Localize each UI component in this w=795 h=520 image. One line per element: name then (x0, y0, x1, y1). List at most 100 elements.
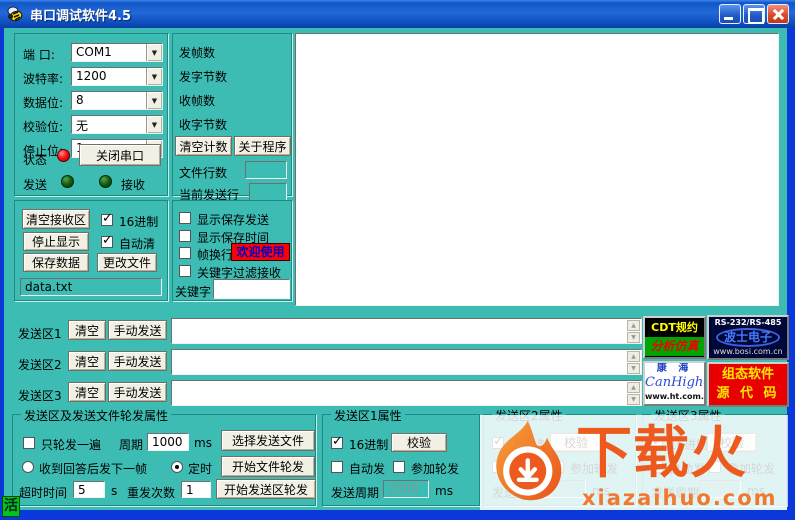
save-filename-input[interactable]: data.txt (20, 278, 162, 296)
timeout-unit-label: s (111, 484, 118, 498)
autoclear-checkbox[interactable]: ✓ (101, 233, 113, 248)
timer-mode-label: 定时 (188, 462, 213, 476)
clear-receive-button[interactable]: 清空接收区 (22, 209, 90, 229)
ad-canhigher-line1: 康 海 (656, 363, 693, 374)
send2-clear-button[interactable]: 清空 (68, 351, 106, 371)
databits-select[interactable]: 8 ▼ (71, 91, 163, 110)
hex-display-checkbox[interactable]: ✓ (101, 211, 113, 226)
ad-bosi-line3: www.bosi.com.cn (713, 347, 783, 356)
ad-cdt-banner[interactable]: CDT规约 分析仿真 (643, 316, 706, 359)
ad-scada-banner[interactable]: 组态软件 源 代 码 (707, 362, 789, 407)
send1-clear-button[interactable]: 清空 (68, 320, 106, 340)
parity-select[interactable]: 无 ▼ (71, 115, 163, 134)
receive-area[interactable] (295, 33, 779, 306)
send2-input[interactable]: ▲ ▼ (171, 349, 642, 375)
file-lines-label: 文件行数 (179, 166, 228, 180)
period-label: 周期 (119, 438, 144, 452)
autoclear-label: 自动清 (119, 237, 156, 251)
maximize-button[interactable] (743, 4, 765, 24)
stop-display-button[interactable]: 停止显示 (23, 232, 89, 251)
watermark-site-text: xiazaihuo.com (582, 486, 778, 510)
xiazaihuo-flame-logo (496, 420, 562, 501)
chevron-down-icon[interactable]: ▼ (146, 68, 162, 85)
send2-label: 发送区2 (18, 358, 62, 372)
close-button[interactable] (767, 4, 789, 24)
status-led (57, 149, 70, 162)
ad-cdt-line2: 分析仿真 (645, 337, 704, 356)
poll-once-checkbox[interactable] (23, 437, 35, 449)
scroll-down-icon[interactable]: ▼ (627, 363, 640, 374)
chevron-down-icon[interactable]: ▼ (146, 116, 162, 133)
scroll-up-icon[interactable]: ▲ (627, 351, 640, 362)
about-button[interactable]: 关于程序 (234, 136, 291, 156)
ad-bosi-line1: RS-232/RS-485 (714, 318, 782, 327)
poll-once-label: 只轮发一遍 (41, 438, 102, 452)
change-file-button[interactable]: 更改文件 (97, 253, 157, 272)
scroll-down-icon[interactable]: ▼ (627, 332, 640, 343)
keyword-filter-checkbox[interactable] (179, 265, 191, 277)
send1-input[interactable]: ▲ ▼ (171, 318, 642, 344)
save-send-checkbox[interactable] (179, 212, 191, 224)
send1-scrollbar[interactable]: ▲ ▼ (627, 320, 640, 344)
save-time-checkbox[interactable] (179, 230, 191, 242)
reply-mode-radio[interactable] (22, 461, 34, 473)
ad-canhigher-banner[interactable]: 康 海 CanHigher www.ht.com.cn (643, 361, 706, 406)
retry-input[interactable]: 1 (181, 481, 211, 498)
keyword-label: 关键字 (175, 285, 212, 299)
scroll-up-icon[interactable]: ▲ (627, 382, 640, 393)
send2-scrollbar[interactable]: ▲ ▼ (627, 351, 640, 375)
select-send-file-button[interactable]: 选择发送文件 (221, 430, 315, 451)
port-settings-panel: 端 口: COM1 ▼ 波特率: 1200 ▼ 数据位: 8 ▼ 校验位: 无 … (14, 33, 168, 196)
chevron-down-icon[interactable]: ▼ (146, 44, 162, 61)
send1-manual-button[interactable]: 手动发送 (108, 320, 167, 340)
port-label: 端 口: (23, 48, 55, 62)
clear-counters-button[interactable]: 清空计数 (175, 136, 232, 156)
send1-autosend-checkbox[interactable] (331, 461, 343, 473)
watermark-brand-text: 下载火 (576, 421, 747, 486)
send1-joinpoll-checkbox[interactable] (393, 461, 405, 473)
status-label: 状态 (23, 153, 48, 167)
send1-period-input[interactable]: 1000 (383, 480, 429, 498)
chevron-down-icon[interactable]: ▼ (146, 92, 162, 109)
timeout-input[interactable]: 5 (73, 481, 105, 498)
send3-manual-button[interactable]: 手动发送 (108, 382, 167, 402)
send1-verify-button[interactable]: 校验 (391, 433, 447, 452)
parity-label: 校验位: (23, 120, 64, 134)
send1-period-unit: ms (435, 484, 453, 498)
scroll-down-icon[interactable]: ▼ (627, 394, 640, 405)
receive-led (99, 175, 112, 188)
period-unit-label: ms (194, 436, 212, 450)
period-input[interactable]: 1000 (147, 433, 189, 451)
send1-hex-checkbox[interactable]: ✓ (331, 434, 343, 449)
keyword-input[interactable] (213, 279, 290, 299)
timer-mode-radio[interactable] (171, 461, 183, 473)
send3-scrollbar[interactable]: ▲ ▼ (627, 382, 640, 406)
send1-properties-group: 发送区1属性 ✓ 16进制 校验 自动发 参加轮发 发送周期 1000 ms (322, 407, 480, 506)
file-lines-value (245, 161, 287, 179)
close-port-button[interactable]: 关闭串口 (79, 144, 161, 166)
send1-label: 发送区1 (18, 327, 62, 341)
start-file-poll-button[interactable]: 开始文件轮发 (221, 456, 315, 477)
minimize-button[interactable] (719, 4, 741, 24)
ad-bosi-banner[interactable]: RS-232/RS-485 波士电子 www.bosi.com.cn (707, 315, 789, 360)
send3-label: 发送区3 (18, 389, 62, 403)
save-send-label: 显示保存发送 (197, 213, 270, 227)
send3-clear-button[interactable]: 清空 (68, 382, 106, 402)
start-area-poll-button[interactable]: 开始发送区轮发 (216, 479, 316, 499)
frame-wrap-label: 帧换行 (197, 248, 234, 262)
ad-canhigher-line2: CanHigher (645, 375, 704, 390)
ad-canhigher-line3: www.ht.com.cn (645, 392, 704, 401)
ime-indicator[interactable]: 活 (2, 496, 20, 517)
frame-wrap-checkbox[interactable] (179, 247, 191, 259)
baud-select[interactable]: 1200 ▼ (71, 67, 163, 86)
receive-controls-panel: 清空接收区 ✓ 16进制 停止显示 ✓ 自动清 保存数据 更改文件 data.t… (14, 200, 168, 301)
retry-label: 重发次数 (127, 486, 176, 500)
poll-properties-title: 发送区及发送文件轮发属性 (21, 407, 172, 424)
receive-led-label: 接收 (121, 178, 146, 192)
port-select[interactable]: COM1 ▼ (71, 43, 163, 62)
send3-input[interactable]: ▲ ▼ (171, 380, 642, 406)
scroll-up-icon[interactable]: ▲ (627, 320, 640, 331)
send2-manual-button[interactable]: 手动发送 (108, 351, 167, 371)
save-data-button[interactable]: 保存数据 (23, 253, 89, 272)
check-icon: ✓ (332, 434, 343, 449)
